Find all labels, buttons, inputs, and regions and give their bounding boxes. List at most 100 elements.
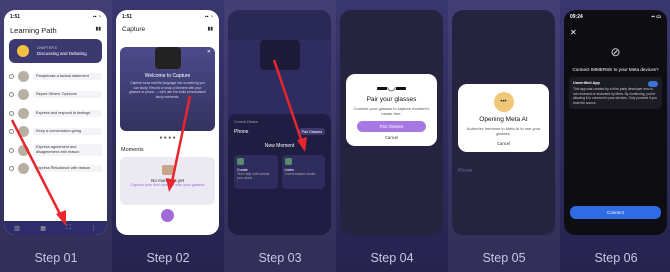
tile-text: Conversation audio <box>284 172 316 176</box>
tab-calendar-icon[interactable]: ▦ <box>40 225 46 232</box>
avatar <box>18 89 29 101</box>
carousel-dots[interactable]: ● ● ● ● <box>116 135 219 141</box>
unverified-warning: Unverified App This app was created by a… <box>569 77 662 110</box>
phone-screen-1: 1:51 ▪▪ ◔ Learning Path ▮▮ CHAPTER 5 Dis… <box>4 10 107 235</box>
page-header: Capture ▮▮ <box>116 24 219 35</box>
device-sheet: Current Device Phone Pair Glasses New Mo… <box>228 114 331 235</box>
avatar <box>18 107 29 119</box>
status-circle-icon <box>9 147 14 153</box>
step-3: Current Device Phone Pair Glasses New Mo… <box>224 0 336 272</box>
status-time: 1:51 <box>10 14 21 20</box>
card-text: Capture turns real life language into so… <box>129 81 206 99</box>
lesson-label: Report Others' Opinions <box>33 91 102 99</box>
avatar <box>18 126 29 138</box>
background-device-label: Phone <box>458 168 473 174</box>
glasses-image <box>154 47 181 69</box>
empty-text: Capture your first moment with your glas… <box>130 183 205 187</box>
step-label: Step 02 <box>146 251 190 265</box>
glasses-icon: ▬◡▬ <box>377 82 406 93</box>
link-icon: ⊘ <box>610 45 621 59</box>
listen-icon <box>284 158 292 165</box>
status-circle-icon <box>9 129 14 135</box>
close-icon[interactable]: ✕ <box>207 49 211 55</box>
status-time: 09:24 <box>570 14 583 20</box>
lesson-label: Express and respond to feelings <box>33 109 102 117</box>
curate-icon <box>237 158 244 165</box>
flag-icon[interactable]: ▮▮ <box>207 26 213 33</box>
lesson-item[interactable]: Paraphrase a factual statement <box>4 67 107 86</box>
moments-empty: No moments yet Capture your first moment… <box>120 157 215 205</box>
meta-ai-icon: ••• <box>493 92 514 112</box>
step-label: Step 05 <box>482 251 526 265</box>
step-label: Step 01 <box>34 251 78 265</box>
phone-screen-5: ••• Opening Meta AI Authorize Immerse in… <box>452 10 555 235</box>
chapter-title: Discussing and Debating <box>37 51 87 56</box>
tab-capture-icon[interactable]: ⛶ <box>66 225 70 232</box>
lesson-item[interactable]: Express Reluctance with reason <box>4 160 107 179</box>
flag-icon[interactable]: ▮▮ <box>95 26 101 35</box>
status-circle-icon <box>9 166 14 172</box>
glasses-image <box>259 40 300 70</box>
lesson-label: Express Reluctance with reason <box>33 165 102 173</box>
avatar <box>18 163 29 175</box>
photo-icon <box>161 165 174 175</box>
tab-learning-icon[interactable]: ▥ <box>14 225 20 232</box>
chapter-badge-icon <box>17 45 29 57</box>
status-bar: 1:51 ▪▪ ◔ <box>4 10 107 24</box>
pair-glasses-button[interactable]: Pair Glasses <box>357 121 426 132</box>
avatar <box>18 70 29 82</box>
welcome-card: ✕ Welcome to Capture Capture turns real … <box>120 47 215 131</box>
connect-button[interactable]: Connect <box>570 206 661 219</box>
page-title: Capture <box>122 26 146 33</box>
lesson-item[interactable]: Express and respond to feelings <box>4 104 107 123</box>
tile-text: Text help with words you need <box>237 172 270 180</box>
tab-more-icon[interactable]: ⋮ <box>91 225 97 232</box>
pair-glasses-button[interactable]: Pair Glasses <box>298 128 325 135</box>
step-2: 1:51 ▪▪ ◔ Capture ▮▮ ✕ Welcome to Captur… <box>112 0 224 272</box>
warning-title: Unverified App <box>573 81 600 85</box>
close-icon[interactable]: ✕ <box>564 24 667 41</box>
step-label: Step 04 <box>370 251 414 265</box>
modal-title: Pair your glasses <box>366 96 417 103</box>
status-circle-icon <box>9 92 14 98</box>
pair-modal: ▬◡▬ Pair your glasses Connect your glass… <box>346 74 437 146</box>
warning-text: This app was created by a third party de… <box>573 87 657 105</box>
modal-text: Authorize Immerse in Meta AI to use your… <box>466 126 541 136</box>
lesson-item[interactable]: Keep a conversation going <box>4 123 107 142</box>
step-1: 1:51 ▪▪ ◔ Learning Path ▮▮ CHAPTER 5 Dis… <box>0 0 112 272</box>
allow-toggle[interactable] <box>648 81 658 87</box>
phone-screen-4: ▬◡▬ Pair your glasses Connect your glass… <box>340 10 443 235</box>
lesson-label: Keep a conversation going <box>33 128 102 136</box>
capture-button[interactable] <box>161 209 174 222</box>
status-circle-icon <box>9 110 14 116</box>
avatar <box>18 144 29 156</box>
device-name: Phone <box>234 128 249 135</box>
signal-icon: ▪▪ ◔ <box>205 14 213 20</box>
phone-screen-6: 09:24 ▪▪ ▭ ✕ ⊘ Connect IMMERSE to your M… <box>564 10 667 235</box>
cancel-button[interactable]: Cancel <box>463 141 544 146</box>
status-circle-icon <box>9 73 14 79</box>
moments-title: Moments <box>121 147 144 153</box>
lesson-item[interactable]: Report Others' Opinions <box>4 86 107 105</box>
lesson-item[interactable]: Express agreement and disagreement with … <box>4 141 107 160</box>
chapter-card[interactable]: CHAPTER 5 Discussing and Debating <box>9 39 102 63</box>
status-bar: 1:51 ▪▪ ◔ <box>116 10 219 24</box>
card-title: Welcome to Capture <box>144 73 191 79</box>
status-time: 1:51 <box>122 14 133 20</box>
lesson-label: Express agreement and disagreement with … <box>33 144 102 157</box>
page-title: Learning Path <box>10 26 57 35</box>
tile-curate[interactable]: Curate Text help with words you need <box>234 155 278 189</box>
cancel-button[interactable]: Cancel <box>351 135 432 140</box>
new-moment-title: New Moment <box>264 143 295 149</box>
phone-screen-3: Current Device Phone Pair Glasses New Mo… <box>228 10 331 235</box>
meta-ai-modal: ••• Opening Meta AI Authorize Immerse in… <box>458 84 549 152</box>
modal-title: Opening Meta AI <box>479 116 528 123</box>
step-5: ••• Opening Meta AI Authorize Immerse in… <box>448 0 560 272</box>
phone-screen-2: 1:51 ▪▪ ◔ Capture ▮▮ ✕ Welcome to Captur… <box>116 10 219 235</box>
page-header: Learning Path ▮▮ <box>4 24 107 37</box>
status-bar: 09:24 ▪▪ ▭ <box>564 10 667 24</box>
connect-question: Connect IMMERSE to your Meta devices? <box>572 67 659 72</box>
modal-text: Connect your glasses to capture moment's… <box>353 106 430 116</box>
step-4: ▬◡▬ Pair your glasses Connect your glass… <box>336 0 448 272</box>
tile-listen[interactable]: Listen Conversation audio <box>281 155 325 189</box>
